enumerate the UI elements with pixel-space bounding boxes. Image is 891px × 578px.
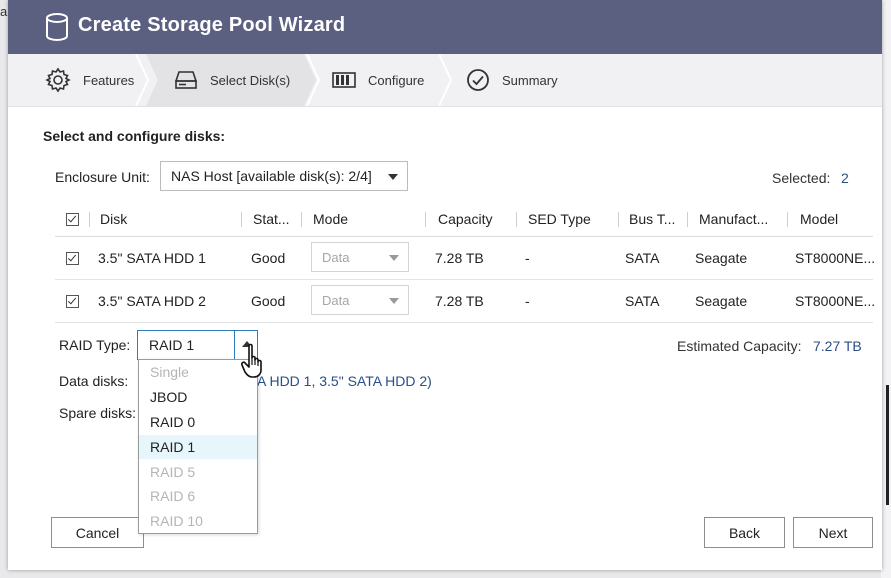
- cell-bus-type: SATA: [625, 293, 660, 309]
- table-row[interactable]: 3.5" SATA HDD 1 Good Data 7.28 TB - SATA…: [55, 237, 876, 280]
- step-separator: [306, 54, 320, 106]
- background-edge: [881, 0, 891, 578]
- step-features: Features: [45, 54, 134, 106]
- cell-sed-type: -: [525, 250, 530, 266]
- raid-type-label: RAID Type:: [59, 337, 131, 353]
- select-all-checkbox[interactable]: [66, 213, 79, 226]
- step-select-disks-label: Select Disk(s): [210, 72, 291, 88]
- step-features-label: Features: [83, 72, 135, 88]
- raid-type-value: RAID 1: [149, 337, 195, 353]
- cell-capacity: 7.28 TB: [435, 293, 484, 309]
- raid-option-raid10: RAID 10: [150, 513, 203, 529]
- wizard-title: Create Storage Pool Wizard: [78, 14, 346, 36]
- raid-type-dropdown: Single JBOD RAID 0 RAID 1 RAID 5 RAID 6 …: [138, 359, 258, 534]
- cell-bus-type: SATA: [625, 250, 660, 266]
- column-header-model[interactable]: Model: [800, 211, 838, 227]
- estimated-capacity-label: Estimated Capacity:: [677, 338, 802, 354]
- step-configure-label: Configure: [368, 72, 425, 88]
- raid-option-single: Single: [150, 364, 189, 380]
- title-bar: Create Storage Pool Wizard: [8, 0, 882, 54]
- cell-capacity: 7.28 TB: [435, 250, 484, 266]
- column-separator: [241, 212, 242, 227]
- column-header-disk[interactable]: Disk: [100, 211, 127, 227]
- data-disks-label: Data disks:: [59, 373, 129, 389]
- raid-option-raid6: RAID 6: [150, 488, 196, 504]
- mode-select-value: Data: [322, 249, 350, 265]
- hand-cursor-icon: [241, 343, 262, 378]
- data-disks-value: A HDD 1, 3.5" SATA HDD 2): [257, 373, 432, 389]
- background-scrollbar: [886, 385, 889, 505]
- enclosure-label: Enclosure Unit:: [55, 169, 150, 185]
- next-button[interactable]: Next: [793, 517, 873, 548]
- raid-option-jbod[interactable]: JBOD: [139, 385, 257, 409]
- back-button[interactable]: Back: [704, 517, 785, 548]
- column-separator: [687, 212, 688, 227]
- column-header-manufacturer[interactable]: Manufact...: [699, 211, 768, 227]
- chevron-down-icon: [389, 255, 399, 261]
- column-separator: [618, 212, 619, 227]
- wizard-steps: Features Select Disk(s) Configure Summar…: [8, 54, 882, 107]
- cell-model: ST8000NE...: [795, 250, 876, 266]
- enclosure-select[interactable]: NAS Host [available disk(s): 2/4]: [160, 161, 408, 191]
- table-header: Disk Stat... Mode Capacity SED Type Bus …: [55, 202, 873, 237]
- mode-select-value: Data: [322, 292, 350, 308]
- step-summary-label: Summary: [502, 72, 558, 88]
- column-header-bus-type[interactable]: Bus T...: [629, 211, 675, 227]
- step-configure: Configure: [332, 54, 424, 106]
- gear-icon: [45, 67, 71, 93]
- column-separator: [301, 212, 302, 227]
- raid-configure-icon: [332, 72, 356, 88]
- row-checkbox[interactable]: [66, 295, 79, 308]
- storage-cylinder-icon: [46, 13, 68, 41]
- chevron-down-icon: [388, 174, 398, 180]
- step-select-disks: Select Disk(s): [174, 54, 290, 106]
- cell-disk: 3.5" SATA HDD 1: [98, 250, 206, 266]
- check-circle-icon: [467, 69, 489, 91]
- column-header-capacity[interactable]: Capacity: [438, 211, 492, 227]
- column-separator: [425, 212, 426, 227]
- wizard-dialog: Create Storage Pool Wizard Features Sele…: [8, 0, 882, 570]
- mode-select: Data: [311, 242, 409, 272]
- row-checkbox[interactable]: [66, 252, 79, 265]
- selected-count: 2: [841, 170, 849, 186]
- section-title: Select and configure disks:: [43, 128, 226, 144]
- raid-option-raid0[interactable]: RAID 0: [139, 410, 257, 434]
- disk-drive-icon: [174, 71, 198, 89]
- cell-manufacturer: Seagate: [695, 250, 748, 266]
- table-row[interactable]: 3.5" SATA HDD 2 Good Data 7.28 TB - SATA…: [55, 280, 876, 323]
- raid-option-raid1[interactable]: RAID 1: [139, 435, 257, 459]
- step-separator: [135, 54, 149, 106]
- cell-disk: 3.5" SATA HDD 2: [98, 293, 206, 309]
- column-header-status[interactable]: Stat...: [253, 211, 290, 227]
- cell-manufacturer: Seagate: [695, 293, 748, 309]
- column-separator: [89, 212, 90, 227]
- estimated-capacity-value: 7.27 TB: [813, 338, 862, 354]
- column-separator: [516, 212, 517, 227]
- cell-model: ST8000NE...: [795, 293, 876, 309]
- raid-option-raid5: RAID 5: [150, 464, 196, 480]
- step-summary: Summary: [466, 54, 558, 106]
- column-header-sed-type[interactable]: SED Type: [528, 211, 591, 227]
- cancel-button[interactable]: Cancel: [51, 517, 144, 548]
- selected-label: Selected:: [772, 170, 831, 186]
- step-separator: [438, 54, 452, 106]
- column-separator: [787, 212, 788, 227]
- cell-sed-type: -: [525, 293, 530, 309]
- mode-select: Data: [311, 285, 409, 315]
- column-header-mode[interactable]: Mode: [313, 211, 348, 227]
- cell-status: Good: [251, 250, 286, 266]
- disk-table: Disk Stat... Mode Capacity SED Type Bus …: [55, 202, 876, 323]
- cell-status: Good: [251, 293, 286, 309]
- chevron-down-icon: [389, 298, 399, 304]
- spare-disks-label: Spare disks:: [59, 405, 137, 421]
- enclosure-select-value: NAS Host [available disk(s): 2/4]: [171, 168, 372, 184]
